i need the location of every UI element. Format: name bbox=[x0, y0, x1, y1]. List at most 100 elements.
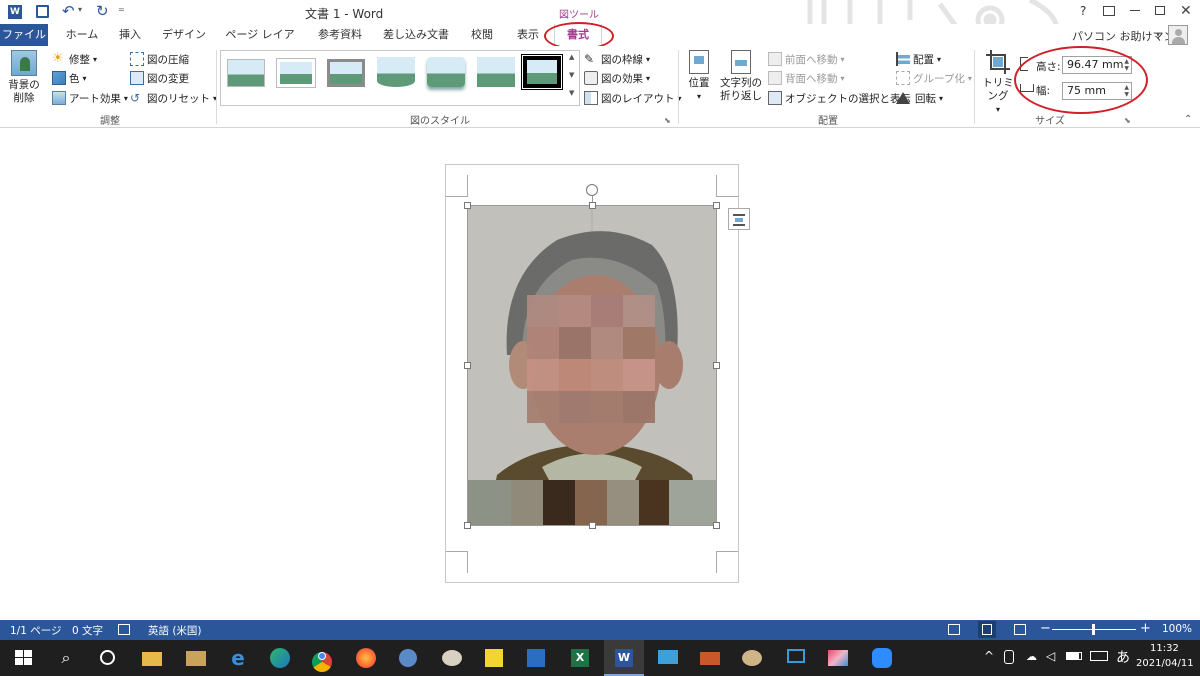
corrections-button[interactable]: ☀ 修整 ▾ bbox=[52, 50, 97, 68]
firefox-icon[interactable] bbox=[354, 646, 378, 670]
picture-style-thumb[interactable] bbox=[477, 57, 515, 87]
compress-pictures-button[interactable]: 図の圧縮 bbox=[130, 50, 189, 68]
read-mode-icon[interactable] bbox=[948, 624, 960, 635]
print-layout-icon[interactable] bbox=[978, 621, 996, 638]
color-button[interactable]: 色 ▾ bbox=[52, 69, 87, 87]
zoom-level[interactable]: 100% bbox=[1162, 623, 1192, 635]
zoom-app-icon[interactable] bbox=[870, 646, 894, 670]
resize-handle[interactable] bbox=[713, 522, 720, 529]
tab-insert[interactable]: 挿入 bbox=[112, 24, 148, 46]
ribbon-display-options-icon[interactable] bbox=[1103, 6, 1115, 16]
picture-border-button[interactable]: ✎ 図の枠線 ▾ bbox=[584, 50, 650, 68]
save-icon[interactable] bbox=[36, 5, 49, 18]
resize-handle[interactable] bbox=[464, 202, 471, 209]
picture-style-thumb[interactable] bbox=[277, 59, 315, 87]
help-button[interactable]: ? bbox=[1080, 4, 1086, 18]
toolbox-icon[interactable] bbox=[698, 646, 722, 670]
photo-app-icon[interactable] bbox=[826, 646, 850, 670]
tab-review[interactable]: 校閲 bbox=[466, 24, 498, 46]
redo-icon[interactable]: ↻ bbox=[96, 2, 109, 20]
picture-effects-button[interactable]: 図の効果 ▾ bbox=[584, 69, 650, 87]
tab-references[interactable]: 参考資料 bbox=[314, 24, 366, 46]
proofing-icon[interactable] bbox=[118, 624, 130, 635]
send-backward-button[interactable]: 背面へ移動 ▾ bbox=[768, 69, 845, 87]
network-app-icon[interactable] bbox=[396, 646, 420, 670]
gallery-more-icon[interactable]: ▼ bbox=[569, 89, 574, 97]
undo-dropdown-icon[interactable]: ▾ bbox=[78, 5, 82, 14]
undo-icon[interactable]: ↶ bbox=[62, 2, 75, 20]
position-button[interactable]: 位置 ▾ bbox=[684, 50, 714, 103]
picture-layout-button[interactable]: 図のレイアウト ▾ bbox=[584, 89, 682, 107]
change-picture-button[interactable]: 図の変更 bbox=[130, 69, 189, 87]
gallery-scroll-down-icon[interactable]: ▼ bbox=[569, 71, 574, 79]
edge-icon[interactable]: e bbox=[226, 646, 250, 670]
styles-dialog-launcher-icon[interactable]: ⬊ bbox=[664, 116, 671, 125]
zoom-in-button[interactable]: + bbox=[1140, 621, 1151, 636]
sticky-notes-icon[interactable] bbox=[482, 646, 506, 670]
picture-style-thumb[interactable] bbox=[227, 59, 265, 87]
word-count[interactable]: 0 文字 bbox=[72, 623, 103, 638]
picture-style-thumb[interactable] bbox=[427, 57, 465, 87]
file-explorer-icon[interactable] bbox=[140, 646, 164, 670]
artistic-effects-button[interactable]: アート効果 ▾ bbox=[52, 89, 128, 107]
remote-desktop-icon[interactable] bbox=[784, 646, 808, 670]
collapse-ribbon-icon[interactable]: ⌃ bbox=[1184, 114, 1192, 125]
chrome-icon[interactable] bbox=[310, 646, 334, 672]
picture-style-thumb[interactable] bbox=[521, 54, 563, 90]
show-hidden-icons-icon[interactable]: ^ bbox=[984, 649, 994, 663]
tab-home[interactable]: ホーム bbox=[62, 24, 102, 46]
ime-indicator[interactable]: あ bbox=[1116, 647, 1130, 667]
page-count[interactable]: 1/1 ページ bbox=[10, 623, 62, 638]
resize-handle[interactable] bbox=[713, 202, 720, 209]
cortana-icon[interactable] bbox=[96, 646, 120, 670]
resize-handle[interactable] bbox=[713, 362, 720, 369]
resize-handle[interactable] bbox=[464, 362, 471, 369]
search-icon[interactable]: ⌕ bbox=[54, 646, 78, 670]
zoom-out-button[interactable]: − bbox=[1040, 621, 1051, 636]
palette-icon[interactable] bbox=[740, 646, 764, 670]
web-layout-icon[interactable] bbox=[1014, 624, 1026, 635]
picture-style-thumb[interactable] bbox=[377, 57, 415, 87]
user-dropdown-icon[interactable]: ▾ bbox=[1156, 30, 1160, 39]
bring-forward-button[interactable]: 前面へ移動 ▾ bbox=[768, 50, 845, 68]
tab-design[interactable]: デザイン bbox=[160, 24, 208, 46]
onedrive-icon[interactable]: ☁ bbox=[1026, 650, 1037, 663]
language[interactable]: 英語 (米国) bbox=[148, 623, 202, 638]
layout-options-icon[interactable] bbox=[728, 208, 750, 230]
crop-button[interactable]: トリミング ▾ bbox=[978, 50, 1018, 116]
close-icon[interactable]: ✕ bbox=[1180, 3, 1192, 19]
keyboard-icon[interactable] bbox=[1090, 651, 1108, 661]
start-windows-icon[interactable] bbox=[12, 646, 36, 670]
zoom-slider-thumb[interactable] bbox=[1092, 624, 1095, 635]
word-icon[interactable]: W bbox=[612, 646, 636, 670]
resize-handle[interactable] bbox=[589, 522, 596, 529]
gallery-scroll-up-icon[interactable]: ▲ bbox=[569, 53, 574, 61]
people-icon[interactable] bbox=[1004, 650, 1014, 664]
minimize-icon[interactable] bbox=[1130, 10, 1140, 11]
folder-icon[interactable] bbox=[184, 646, 208, 670]
resize-handle[interactable] bbox=[589, 202, 596, 209]
reset-picture-button[interactable]: ↺ 図のリセット ▾ bbox=[130, 89, 217, 107]
clock-time[interactable]: 11:32 bbox=[1150, 643, 1179, 654]
wrap-text-button[interactable]: 文字列の 折り返し bbox=[718, 50, 764, 103]
tab-mailings[interactable]: 差し込み文書 bbox=[378, 24, 454, 46]
resize-handle[interactable] bbox=[464, 522, 471, 529]
tab-page-layout[interactable]: ページ レイアウト bbox=[220, 24, 300, 63]
monitor-app-icon[interactable] bbox=[656, 646, 680, 670]
tab-file[interactable]: ファイル bbox=[0, 24, 48, 46]
selection-pane-button[interactable]: オブジェクトの選択と表示 bbox=[768, 89, 911, 107]
size-dialog-launcher-icon[interactable]: ⬊ bbox=[1124, 116, 1131, 125]
tab-view[interactable]: 表示 bbox=[512, 24, 544, 46]
rotate-handle-icon[interactable] bbox=[586, 184, 598, 196]
group-button[interactable]: グループ化 ▾ bbox=[896, 69, 972, 87]
clock-date[interactable]: 2021/04/11 bbox=[1136, 658, 1194, 669]
rotate-button[interactable]: 回転 ▾ bbox=[896, 89, 943, 107]
volume-icon[interactable]: ◁ bbox=[1046, 649, 1055, 663]
avatar[interactable] bbox=[1168, 25, 1188, 45]
app-icon[interactable] bbox=[524, 646, 548, 670]
align-button[interactable]: 配置 ▾ bbox=[896, 50, 941, 68]
remove-background-button[interactable]: 背景の 削除 bbox=[4, 50, 44, 105]
battery-icon[interactable] bbox=[1066, 652, 1082, 660]
picture-style-thumb[interactable] bbox=[327, 59, 365, 87]
paint-app-icon[interactable] bbox=[440, 646, 464, 670]
